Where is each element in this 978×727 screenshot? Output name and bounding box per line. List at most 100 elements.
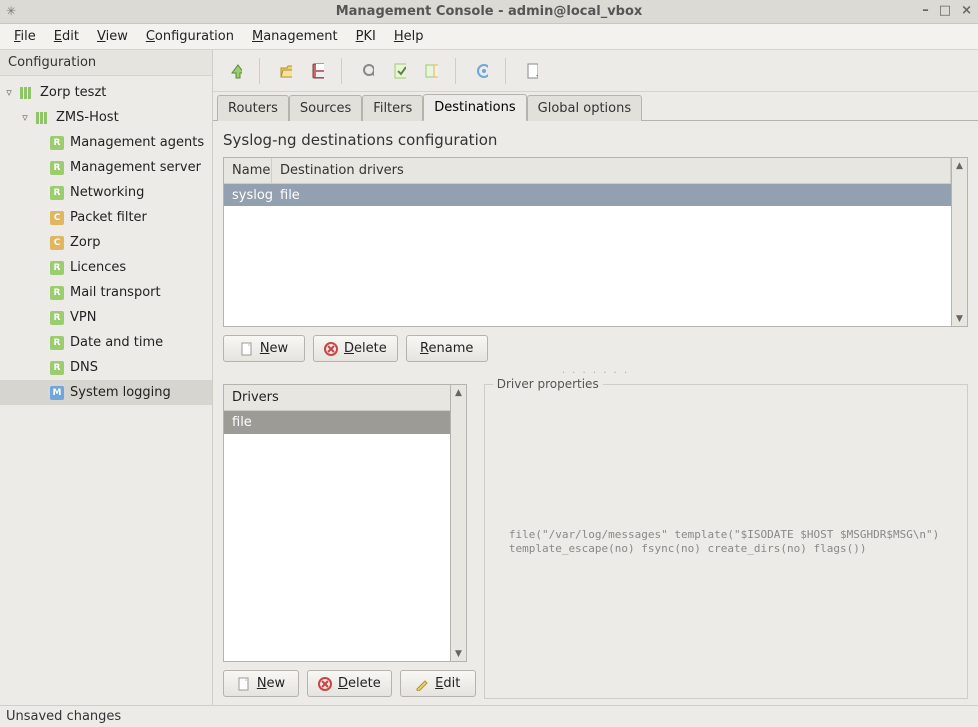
tree-item-mail-transport[interactable]: RMail transport	[0, 280, 212, 305]
delete-icon	[318, 677, 332, 691]
tree-root-label: Zorp teszt	[40, 85, 106, 100]
status-badge: R	[50, 161, 64, 175]
collapse-icon[interactable]: ▿	[20, 111, 30, 124]
tree-host[interactable]: ▿ ZMS-Host	[0, 105, 212, 130]
status-badge: R	[50, 311, 64, 325]
toolbar-save-button[interactable]	[303, 57, 331, 85]
tree-item-system-logging[interactable]: MSystem logging	[0, 380, 212, 405]
tree-item-management-agents[interactable]: R Management agents	[0, 130, 212, 155]
tree-item-management-server[interactable]: R Management server	[0, 155, 212, 180]
left-panel: Configuration ▿ Zorp teszt ▿ ZMS-Host RM…	[0, 50, 213, 705]
menu-edit[interactable]: Edit	[46, 26, 87, 47]
configuration-tree[interactable]: ▿ Zorp teszt ▿ ZMS-Host R Management agen…	[0, 76, 212, 705]
destinations-scrollbar[interactable]: ▲ ▼	[952, 157, 968, 327]
cell-drivers: file	[272, 188, 951, 203]
tree-host-label: ZMS-Host	[56, 110, 119, 125]
status-badge: C	[50, 236, 64, 250]
toolbar-open-button[interactable]	[271, 57, 299, 85]
minimize-button[interactable]: –	[922, 3, 929, 18]
menu-view[interactable]: View	[89, 26, 136, 47]
scroll-down-icon[interactable]: ▼	[451, 646, 466, 661]
driver-properties-header: Driver properties	[493, 377, 603, 391]
page-title: Syslog-ng destinations configuration	[223, 129, 968, 151]
collapse-icon[interactable]: ▿	[4, 86, 14, 99]
close-button[interactable]: ×	[961, 3, 972, 18]
tree-item-vpn[interactable]: R VPN	[0, 305, 212, 330]
column-header-drivers[interactable]: Destination drivers	[272, 158, 951, 183]
tree-item-label: Licences	[70, 260, 126, 275]
tab-routers[interactable]: Routers	[217, 95, 289, 121]
tab-global-options[interactable]: Global options	[527, 95, 642, 121]
scroll-up-icon[interactable]: ▲	[952, 158, 967, 173]
delete-destination-button[interactable]: Delete	[313, 335, 398, 362]
tree-root[interactable]: ▿ Zorp teszt	[0, 80, 212, 105]
list-item[interactable]: file	[224, 411, 450, 434]
tree-item-label: Management server	[70, 160, 201, 175]
document-icon	[237, 677, 251, 691]
toolbar-up-button[interactable]	[221, 57, 249, 85]
statusbar: Unsaved changes	[0, 705, 978, 727]
menu-file[interactable]: File	[6, 26, 44, 47]
host-icon	[36, 111, 50, 125]
tree-item-label: VPN	[70, 310, 96, 325]
tree-item-packet-filter[interactable]: C Packet filter	[0, 205, 212, 230]
tree-item-label: Packet filter	[70, 210, 147, 225]
toolbar-separator	[259, 58, 261, 84]
drivers-scrollbar[interactable]: ▲ ▼	[451, 384, 467, 662]
tree-item-licences[interactable]: RLicences	[0, 255, 212, 280]
destinations-buttons: New Delete Rename	[223, 333, 968, 364]
column-header-name[interactable]: Name	[224, 158, 272, 183]
status-text: Unsaved changes	[6, 709, 121, 724]
menu-help[interactable]: Help	[386, 26, 432, 47]
tree-item-label: Zorp	[70, 235, 100, 250]
status-badge: C	[50, 211, 64, 225]
menu-management[interactable]: Management	[244, 26, 346, 47]
document-icon	[240, 342, 254, 356]
table-row[interactable]: syslogfile	[224, 184, 951, 206]
tree-item-dns[interactable]: RDNS	[0, 355, 212, 380]
site-icon	[20, 86, 34, 100]
rename-destination-button[interactable]: Rename	[406, 335, 488, 362]
status-badge: R	[50, 286, 64, 300]
toolbar-diff-button[interactable]	[417, 57, 445, 85]
maximize-button[interactable]: □	[939, 3, 951, 18]
tree-item-networking[interactable]: RNetworking	[0, 180, 212, 205]
scroll-down-icon[interactable]: ▼	[952, 311, 967, 326]
drivers-list[interactable]: Drivers file	[223, 384, 451, 662]
status-badge: M	[50, 386, 64, 400]
destinations-table[interactable]: Name Destination drivers syslogfile	[223, 157, 952, 327]
menu-pki[interactable]: PKI	[348, 26, 384, 47]
window-title: Management Console - admin@local_vbox	[336, 4, 643, 19]
menubar: File Edit View Configuration Management …	[0, 24, 978, 50]
edit-driver-button[interactable]: Edit	[400, 670, 476, 697]
right-panel: Routers Sources Filters Destinations Glo…	[213, 50, 978, 705]
toolbar-settings-button[interactable]	[467, 57, 495, 85]
tree-item-label: DNS	[70, 360, 98, 375]
status-badge: R	[50, 336, 64, 350]
tab-destinations[interactable]: Destinations	[423, 94, 526, 121]
tabbar: Routers Sources Filters Destinations Glo…	[213, 92, 978, 120]
delete-icon	[324, 342, 338, 356]
tree-item-date-and-time[interactable]: R Date and time	[0, 330, 212, 355]
scroll-up-icon[interactable]: ▲	[451, 385, 466, 400]
toolbar-separator	[505, 58, 507, 84]
tab-filters[interactable]: Filters	[362, 95, 423, 121]
status-badge: R	[50, 136, 64, 150]
left-panel-header: Configuration	[0, 50, 212, 76]
tab-sources[interactable]: Sources	[289, 95, 362, 121]
new-driver-button[interactable]: New	[223, 670, 299, 697]
toolbar-separator	[455, 58, 457, 84]
driver-properties-box: Driver properties file("/var/log/message…	[484, 384, 968, 699]
menu-configuration[interactable]: Configuration	[138, 26, 242, 47]
toolbar-check-button[interactable]	[385, 57, 413, 85]
tree-item-zorp[interactable]: C Zorp	[0, 230, 212, 255]
toolbar-search-button[interactable]	[353, 57, 381, 85]
tree-item-label: Management agents	[70, 135, 204, 150]
status-badge: R	[50, 186, 64, 200]
toolbar-export-button[interactable]	[517, 57, 545, 85]
toolbar-separator	[341, 58, 343, 84]
new-destination-button[interactable]: New	[223, 335, 305, 362]
delete-driver-button[interactable]: Delete	[307, 670, 392, 697]
driver-buttons: New Delete Edit	[223, 668, 476, 699]
tree-item-label: Date and time	[70, 335, 163, 350]
